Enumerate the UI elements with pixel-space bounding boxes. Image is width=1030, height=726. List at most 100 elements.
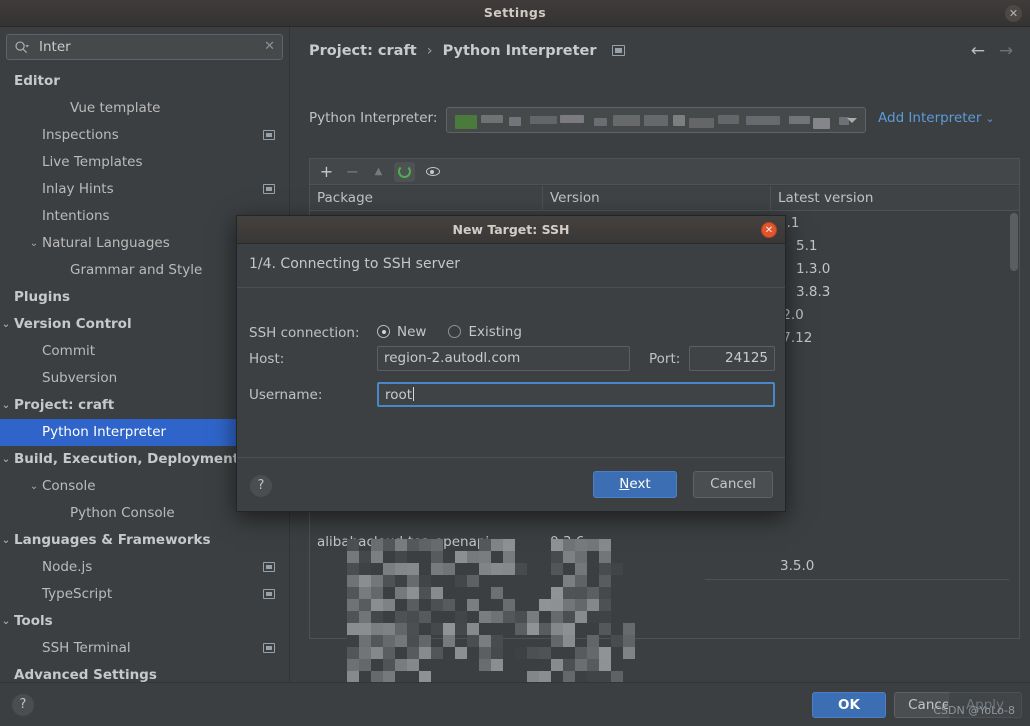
nav-back-icon[interactable]: ← <box>966 41 990 61</box>
username-input[interactable]: root <box>377 382 775 407</box>
dialog-divider <box>237 457 785 458</box>
ok-button[interactable]: OK <box>812 692 886 718</box>
window-scope-icon <box>263 562 275 572</box>
radio-new[interactable]: New <box>377 324 426 340</box>
sidebar-item-tools[interactable]: ⌄ Tools <box>0 608 289 635</box>
eye-icon <box>425 167 440 176</box>
help-button[interactable]: ? <box>12 694 34 716</box>
add-interpreter-label: Add Interpreter <box>878 110 982 126</box>
text-caret <box>413 387 415 401</box>
search-value: Inter <box>39 39 71 55</box>
sidebar-item-label: Live Templates <box>42 154 143 170</box>
radio-label: Existing <box>468 324 522 340</box>
column-header-package[interactable]: Package <box>317 190 373 206</box>
dialog-close-icon[interactable]: ✕ <box>761 222 777 238</box>
interpreter-combobox[interactable] <box>446 107 866 133</box>
sidebar-item-ssh-terminal[interactable]: SSH Terminal <box>0 635 289 662</box>
window-title: Settings <box>483 5 547 20</box>
search-container: Inter ✕ <box>0 27 289 60</box>
radio-existing[interactable]: Existing <box>448 324 522 340</box>
sidebar-item-label: SSH Terminal <box>42 640 131 656</box>
breadcrumb: Project: craft › Python Interpreter <box>309 43 625 59</box>
refresh-icon[interactable] <box>394 162 415 182</box>
window-scope-icon <box>263 643 275 653</box>
sidebar-item-label: Commit <box>42 343 96 359</box>
nav-forward-icon[interactable]: → <box>994 41 1018 61</box>
show-early-releases-icon[interactable] <box>422 162 443 182</box>
radio-label: New <box>397 324 427 340</box>
radio-dot-icon <box>448 325 462 338</box>
navigation-arrows: ← → <box>966 41 1018 61</box>
ssh-connection-radio-group: New Existing <box>377 324 544 340</box>
sidebar-item-label: TypeScript <box>42 586 113 602</box>
chevron-down-icon[interactable]: ⌄ <box>0 608 12 635</box>
chevron-down-icon: ⌄ <box>985 112 995 125</box>
remove-package-button[interactable]: − <box>342 162 363 182</box>
ssh-connection-label: SSH connection: <box>249 325 360 341</box>
dialog-cancel-button[interactable]: Cancel <box>693 471 773 498</box>
window-close-icon[interactable]: ✕ <box>1005 5 1022 22</box>
sidebar-item-label: Tools <box>14 613 53 629</box>
sidebar-item-vue-template[interactable]: Vue template <box>0 95 289 122</box>
chevron-down-icon <box>847 118 857 123</box>
sidebar-item-label: Console <box>42 478 96 494</box>
column-header-version[interactable]: Version <box>550 190 600 206</box>
packages-table-header: Package Version Latest version <box>310 186 1019 211</box>
dialog-footer: ? OK Cancel Apply CSDN @YoLo-8 <box>0 682 1030 726</box>
next-button[interactable]: Next <box>593 471 677 498</box>
packages-toolbar: + − ▲ <box>310 159 1019 185</box>
breadcrumb-root[interactable]: Project: craft <box>309 43 417 59</box>
table-separator <box>705 579 1009 580</box>
sidebar-item-live-templates[interactable]: Live Templates <box>0 149 289 176</box>
sidebar-item-inlay-hints[interactable]: Inlay Hints <box>0 176 289 203</box>
chevron-down-icon[interactable]: ⌄ <box>0 311 12 338</box>
sidebar-item-inspections[interactable]: Inspections <box>0 122 289 149</box>
chevron-down-icon[interactable]: ⌄ <box>28 473 40 500</box>
sidebar-item-label: Subversion <box>42 370 118 386</box>
next-mnemonic: N <box>619 476 630 492</box>
column-header-latest-version[interactable]: Latest version <box>778 190 873 206</box>
username-label: Username: <box>249 387 323 403</box>
chevron-down-icon[interactable]: ⌄ <box>28 230 40 257</box>
breadcrumb-leaf: Python Interpreter <box>442 43 597 59</box>
port-input[interactable]: 24125 <box>689 346 775 371</box>
dialog-title: New Target: SSH <box>452 222 570 237</box>
breadcrumb-separator: › <box>426 43 433 59</box>
add-interpreter-button[interactable]: Add Interpreter ⌄ <box>878 110 995 126</box>
chevron-down-icon[interactable]: ⌄ <box>0 527 12 554</box>
sidebar-item-label: Languages & Frameworks <box>14 532 211 548</box>
sidebar-item-languages-frameworks[interactable]: ⌄ Languages & Frameworks <box>0 527 289 554</box>
window-titlebar: Settings ✕ <box>0 0 1030 27</box>
port-label: Port: <box>649 351 681 367</box>
sidebar-item-node-js[interactable]: Node.js <box>0 554 289 581</box>
sidebar-item-label: Grammar and Style <box>70 262 203 278</box>
add-package-button[interactable]: + <box>316 162 337 182</box>
sidebar-item-label: Python Interpreter <box>42 424 167 440</box>
sidebar-item-label: Intentions <box>42 208 110 224</box>
upgrade-package-button[interactable]: ▲ <box>368 162 389 182</box>
sidebar-item-label: Natural Languages <box>42 235 170 251</box>
dialog-help-button[interactable]: ? <box>250 475 272 497</box>
package-latest-version: 1.3.0 <box>796 261 831 277</box>
column-divider[interactable] <box>770 186 771 211</box>
chevron-down-icon[interactable]: ⌄ <box>0 392 12 419</box>
host-input[interactable]: region-2.autodl.com <box>377 346 630 371</box>
interpreter-label: Python Interpreter: <box>309 110 438 126</box>
sidebar-item-label: Inspections <box>42 127 119 143</box>
package-latest-version: 5.1 <box>796 238 818 254</box>
column-divider[interactable] <box>542 186 543 211</box>
search-icon <box>15 41 29 54</box>
sidebar-item-label: Inlay Hints <box>42 181 114 197</box>
packages-scrollbar[interactable] <box>1010 213 1018 271</box>
username-value: root <box>385 387 413 403</box>
chevron-down-icon[interactable]: ⌄ <box>0 446 12 473</box>
sidebar-item-label: Editor <box>14 73 60 89</box>
search-clear-icon[interactable]: ✕ <box>264 39 275 54</box>
dialog-divider <box>237 287 785 288</box>
window-scope-icon <box>263 589 275 599</box>
sidebar-item-typescript[interactable]: TypeScript <box>0 581 289 608</box>
radio-dot-icon <box>377 325 390 338</box>
settings-window: Settings ✕ Inter ✕ Editor Vue template Ins… <box>0 0 1030 726</box>
sidebar-item-editor[interactable]: Editor <box>0 68 289 95</box>
search-input[interactable]: Inter ✕ <box>6 34 283 60</box>
